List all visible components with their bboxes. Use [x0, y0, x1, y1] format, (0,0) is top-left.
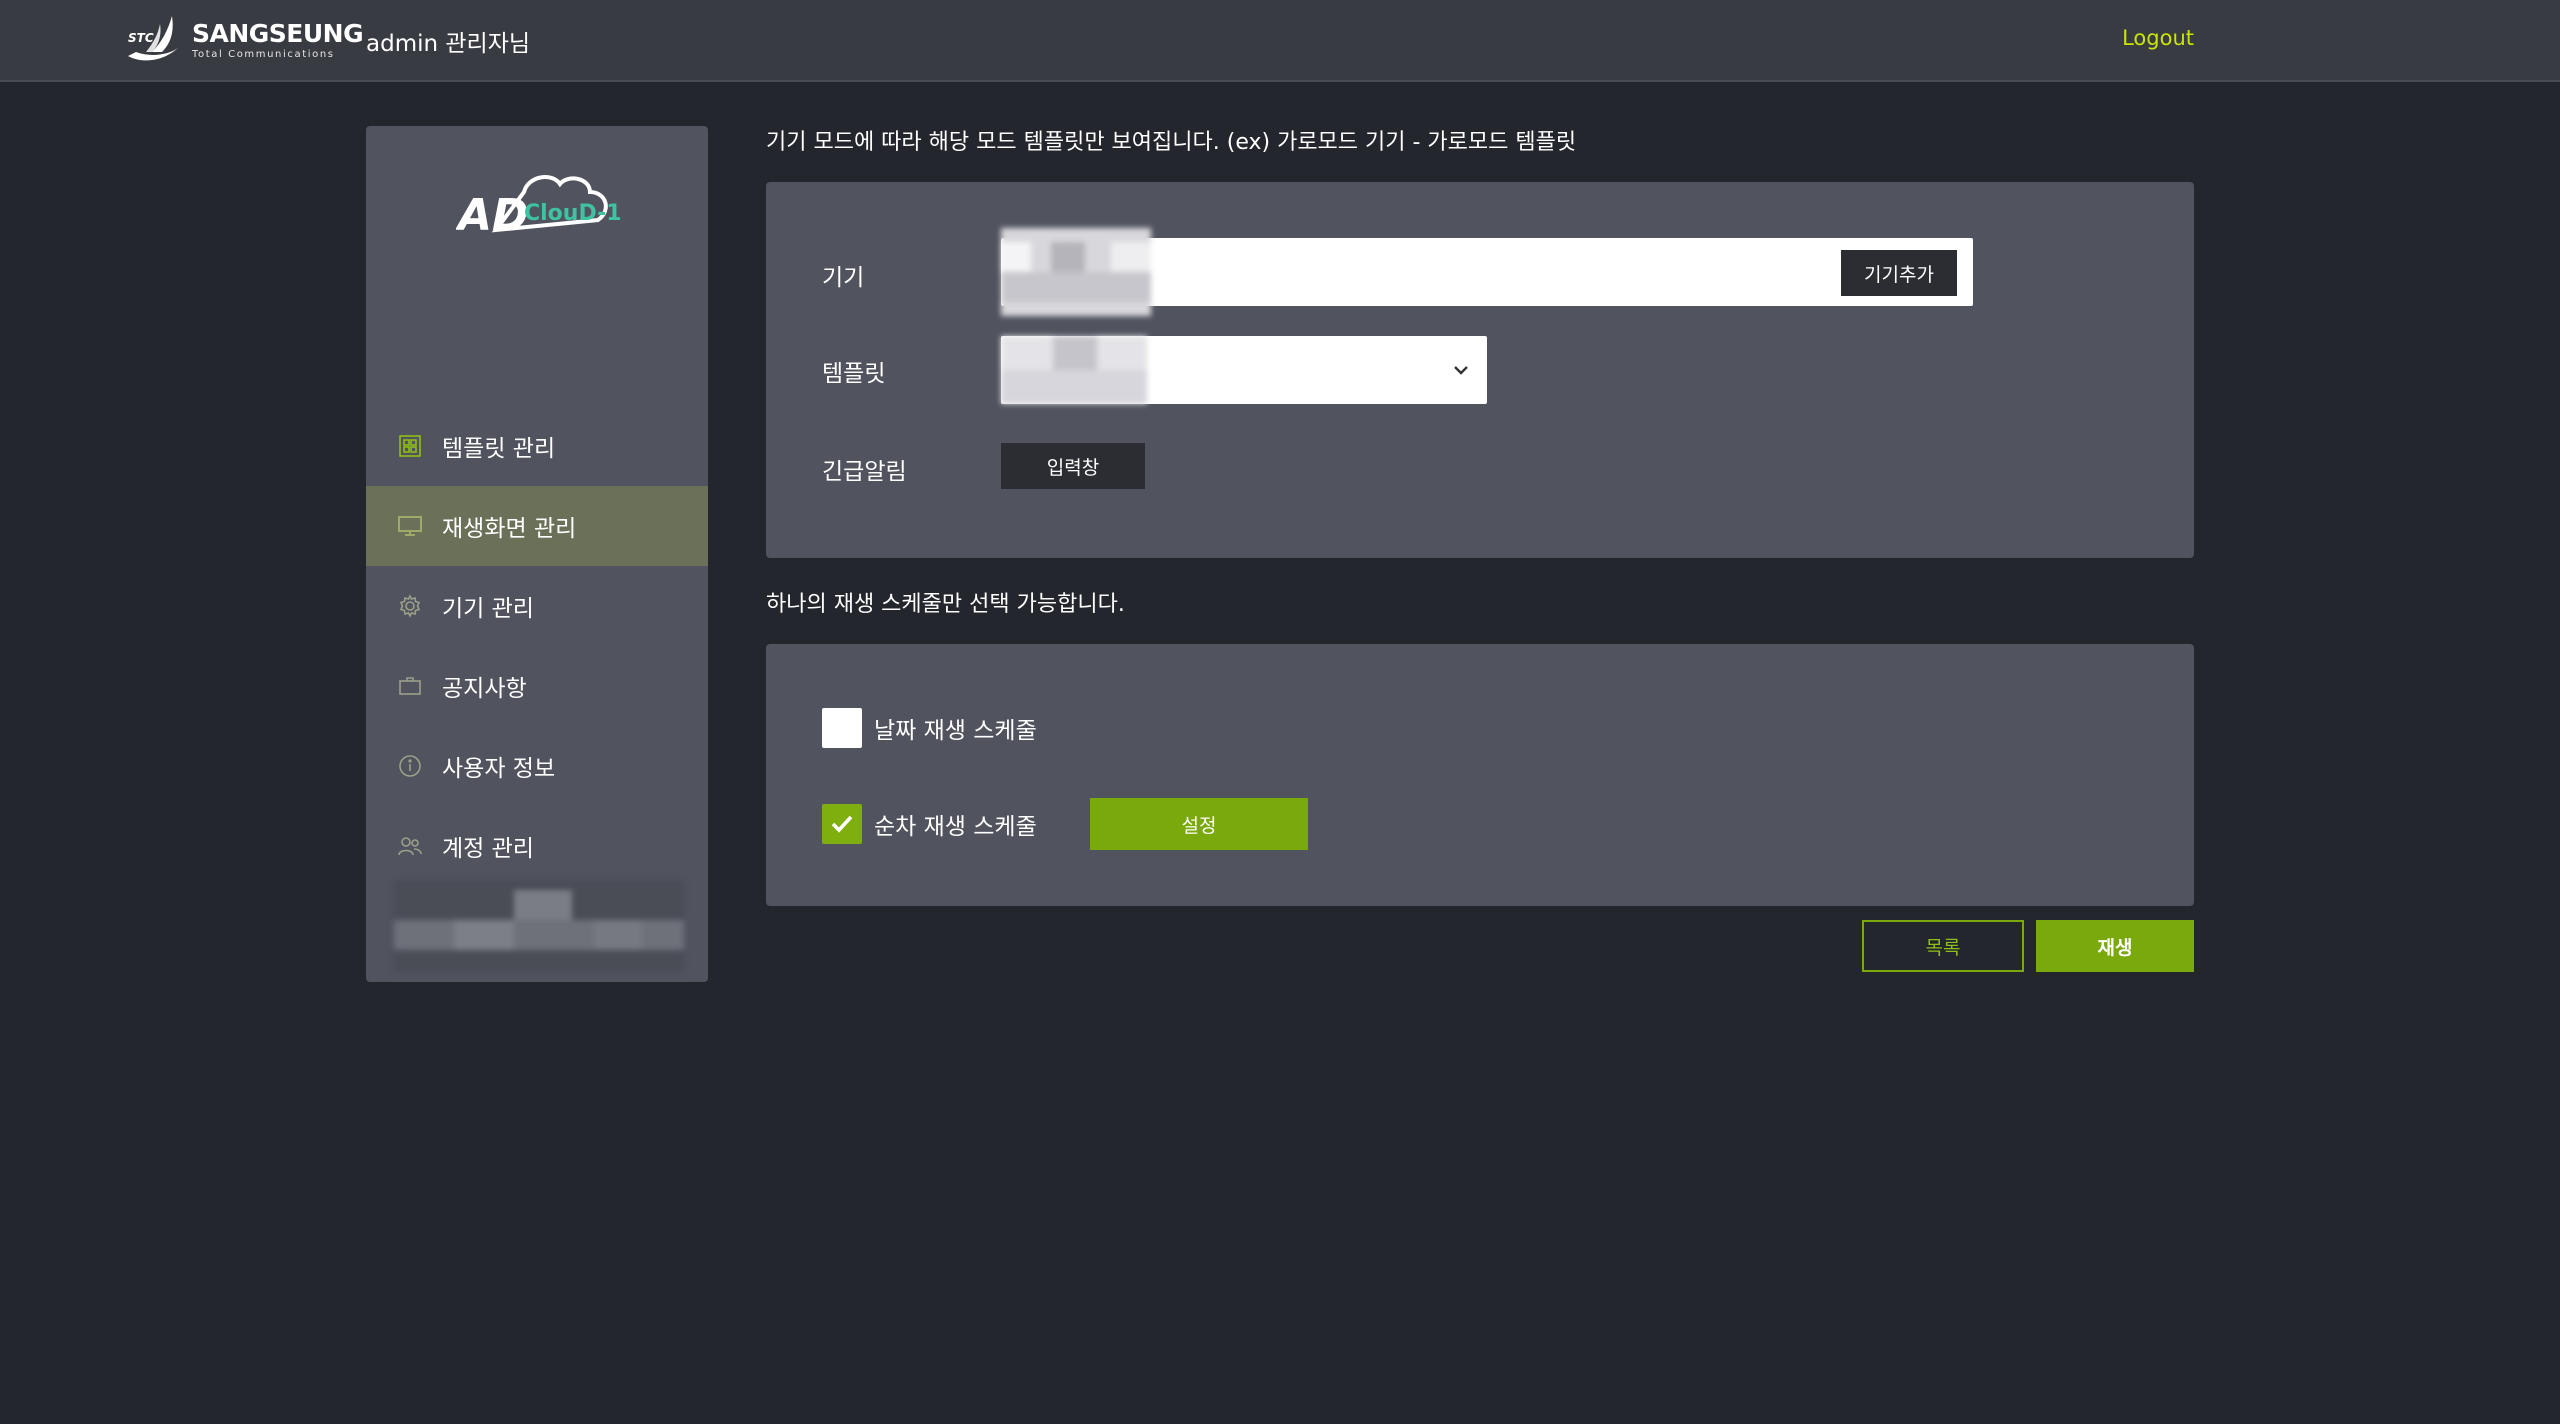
template-mode-notice: 기기 모드에 따라 해당 모드 템플릿만 보여집니다. (ex) 가로모드 기기…	[766, 130, 1577, 155]
sidebar-item-template[interactable]: 템플릿 관리	[366, 406, 708, 486]
add-device-button[interactable]: 기기추가	[1841, 250, 1957, 296]
template-select[interactable]	[1001, 336, 1487, 404]
redacted-sidebar-footer	[394, 880, 684, 972]
brand-logo[interactable]: STC SANGSEUNG Total Communications	[122, 12, 364, 68]
redacted-device-value	[1001, 228, 1151, 316]
emergency-input-button[interactable]: 입력창	[1001, 443, 1145, 489]
schedule-notice: 하나의 재생 스케줄만 선택 가능합니다.	[766, 592, 1125, 617]
adcloud-logo[interactable]: AD ClouD-1	[456, 170, 626, 240]
sangseung-logo-icon: STC	[128, 16, 178, 61]
sidebar-item-playback-screen[interactable]: 재생화면 관리	[366, 486, 708, 566]
emergency-label: 긴급알림	[822, 459, 907, 485]
sidebar-item-label: 재생화면 관리	[442, 516, 577, 542]
sequence-schedule-label: 순차 재생 스케줄	[874, 814, 1037, 840]
sequence-schedule-option[interactable]: 순차 재생 스케줄	[822, 804, 1037, 844]
info-icon	[396, 752, 424, 780]
sidebar-item-label: 계정 관리	[442, 836, 534, 862]
sequence-schedule-checkbox[interactable]	[822, 804, 862, 844]
date-schedule-label: 날짜 재생 스케줄	[874, 718, 1037, 744]
schedule-panel: 날짜 재생 스케줄 순차 재생 스케줄 설정	[766, 644, 2194, 906]
redacted-template-value	[1001, 336, 1147, 404]
brand-subtitle: Total Communications	[192, 48, 335, 60]
date-schedule-checkbox[interactable]	[822, 708, 862, 748]
sidebar-item-device[interactable]: 기기 관리	[366, 566, 708, 646]
sidebar: AD ClouD-1 템플릿 관리 재생화면 관리 기기 관리 공지사항 사용자…	[366, 126, 708, 982]
admin-greeting: admin 관리자님	[366, 31, 531, 57]
list-button[interactable]: 목록	[1862, 920, 2024, 972]
template-icon	[396, 432, 424, 460]
play-button[interactable]: 재생	[2036, 920, 2194, 972]
sidebar-item-label: 템플릿 관리	[442, 436, 556, 462]
monitor-icon	[396, 512, 424, 540]
template-label: 템플릿	[822, 361, 886, 387]
sidebar-item-account[interactable]: 계정 관리	[366, 806, 708, 886]
logout-link[interactable]: Logout	[2122, 26, 2194, 50]
sidebar-item-notice[interactable]: 공지사항	[366, 646, 708, 726]
svg-text:AD: AD	[456, 190, 529, 240]
sidebar-item-label: 기기 관리	[442, 596, 534, 622]
sidebar-menu: 템플릿 관리 재생화면 관리 기기 관리 공지사항 사용자 정보 계정 관리	[366, 406, 708, 886]
svg-text:ClouD-1: ClouD-1	[524, 201, 622, 226]
sidebar-item-label: 사용자 정보	[442, 756, 556, 782]
device-settings-panel: 기기 기기추가 템플릿 긴급알림 입력창	[766, 182, 2194, 558]
schedule-setting-button[interactable]: 설정	[1090, 798, 1308, 850]
svg-text:STC: STC	[128, 31, 154, 45]
users-icon	[396, 832, 424, 860]
date-schedule-option[interactable]: 날짜 재생 스케줄	[822, 708, 1037, 748]
top-header: STC SANGSEUNG Total Communications admin…	[0, 0, 2560, 82]
device-field[interactable]: 기기추가	[1001, 228, 1973, 316]
chevron-down-icon	[1454, 366, 1468, 375]
brand-name: SANGSEUNG	[192, 18, 364, 48]
checkmark-icon	[831, 815, 853, 833]
briefcase-icon	[396, 672, 424, 700]
device-label: 기기	[822, 265, 865, 291]
sidebar-item-label: 공지사항	[442, 676, 527, 702]
gear-icon	[396, 592, 424, 620]
sidebar-item-user-info[interactable]: 사용자 정보	[366, 726, 708, 806]
